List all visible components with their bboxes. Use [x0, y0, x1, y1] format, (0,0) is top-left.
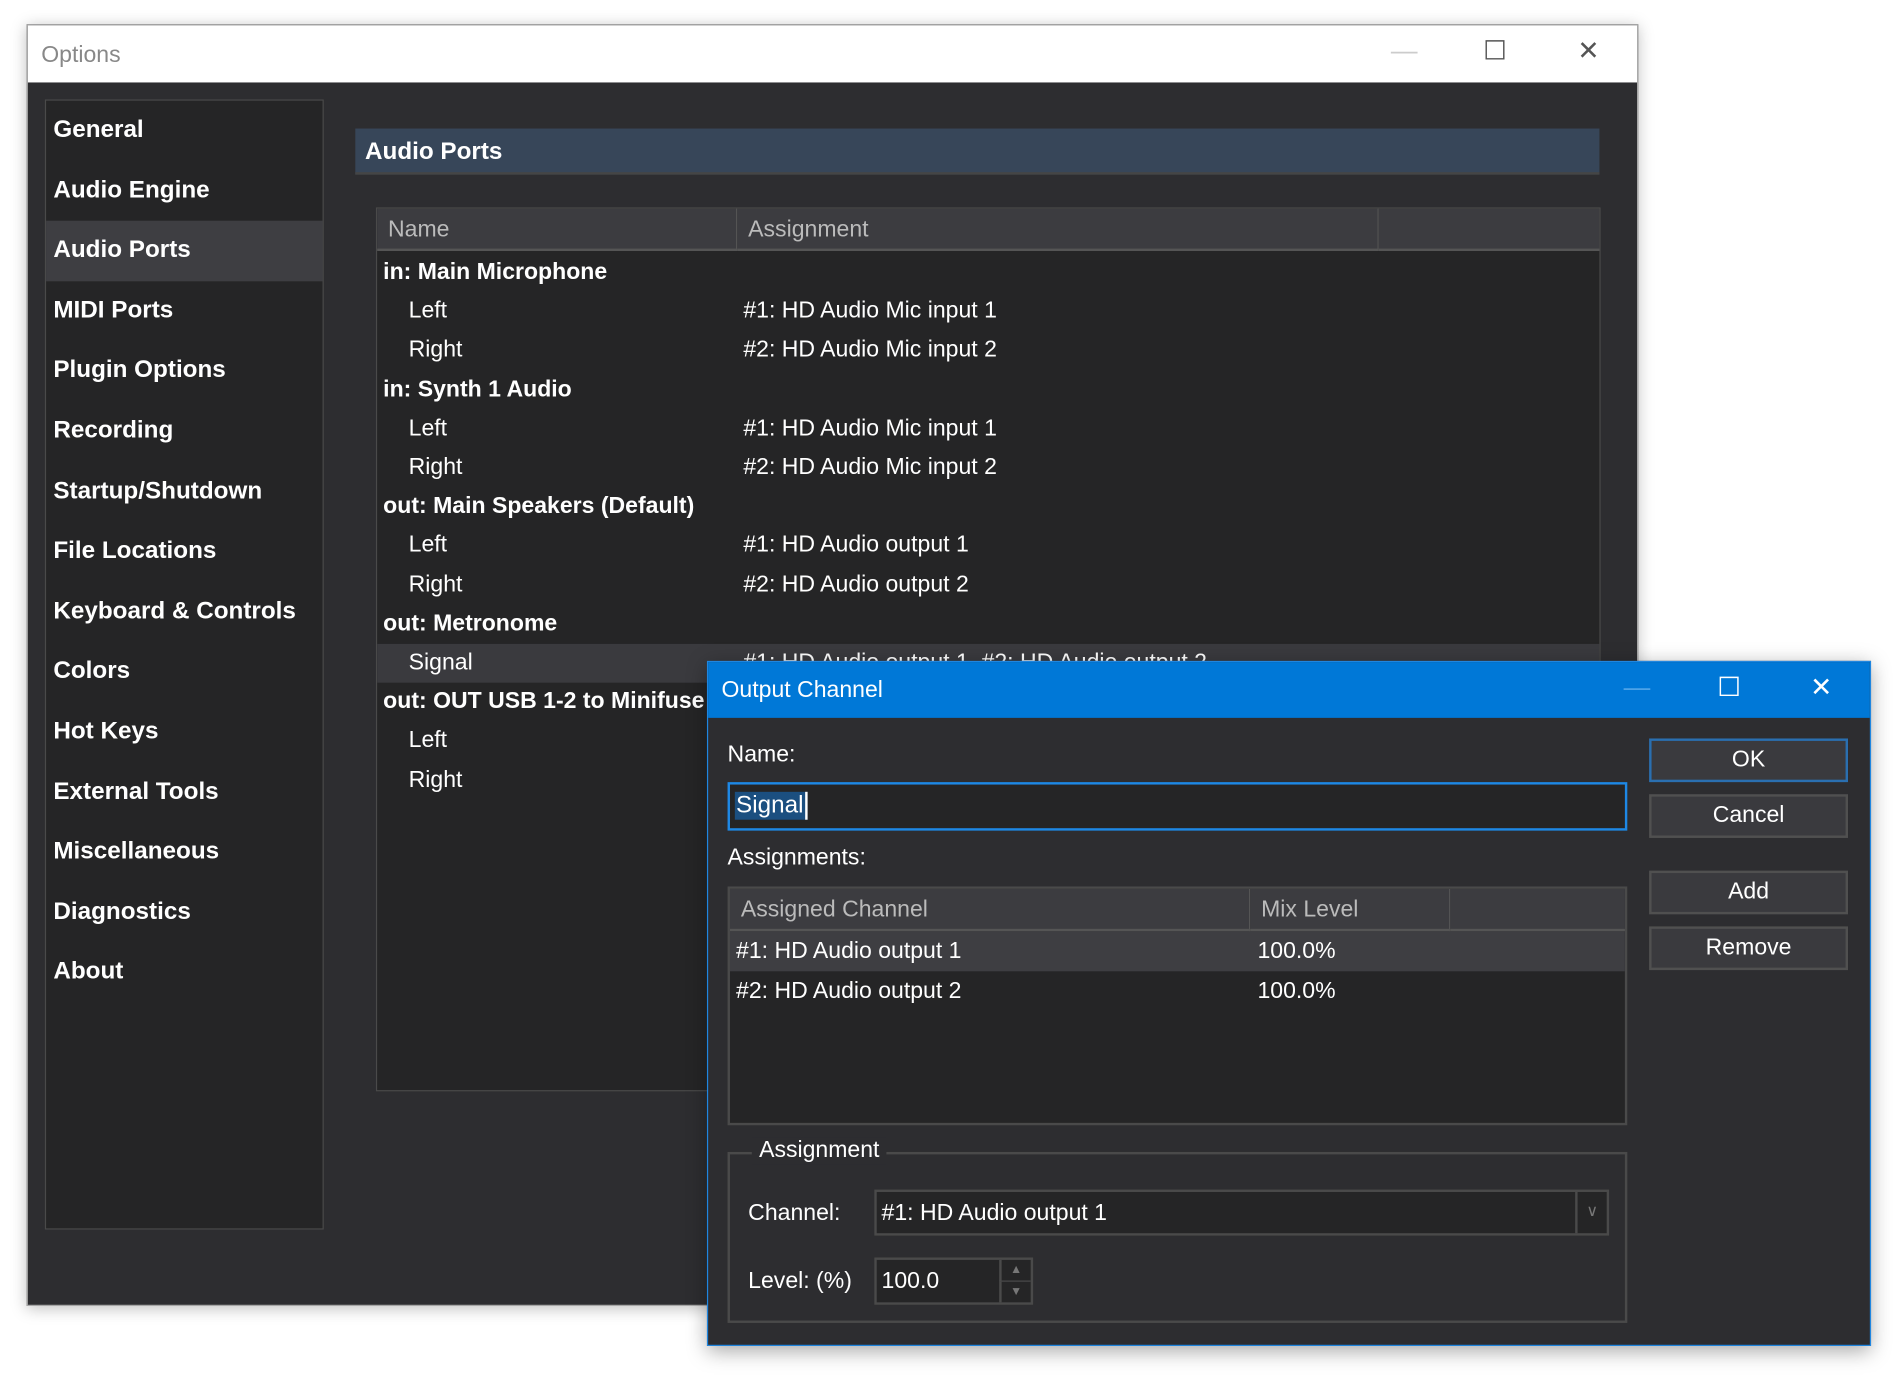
minimize-icon[interactable]: — [1613, 672, 1662, 704]
sidebar-item[interactable]: Audio Engine [46, 161, 322, 221]
mix-level: 100.0% [1257, 938, 1336, 965]
port-name: Left [408, 415, 448, 442]
name-input[interactable]: Signal [727, 782, 1628, 831]
sidebar-item[interactable]: MIDI Ports [46, 281, 322, 341]
port-name: Right [408, 571, 463, 598]
assignment-row[interactable]: #1: HD Audio output 1 100.0% [729, 931, 1625, 972]
column-header-assigned-channel[interactable]: Assigned Channel [729, 888, 1251, 932]
port-assignment: #1: HD Audio Mic input 1 [743, 298, 997, 324]
window-title: Options [41, 42, 121, 68]
arrow-up-icon[interactable]: ▲ [999, 1259, 1031, 1282]
assignments-table: Assigned Channel Mix Level #1: HD Audio … [727, 886, 1628, 1126]
port-assignment: #1: HD Audio output 1 [743, 532, 969, 559]
column-header-blank [1378, 208, 1600, 252]
dialog-title-bar: Output Channel — ☐ ✕ [708, 662, 1870, 718]
port-name: Left [408, 728, 448, 754]
close-icon[interactable]: ✕ [1797, 672, 1846, 704]
maximize-icon[interactable]: ☐ [1471, 35, 1520, 67]
arrow-down-icon[interactable]: ▼ [999, 1281, 1031, 1303]
assignments-label: Assignments: [727, 845, 866, 871]
table-row[interactable]: in: Synth 1 Audio [377, 371, 1599, 410]
channel-label: Channel: [748, 1200, 841, 1226]
table-row[interactable]: Right #2: HD Audio Mic input 2 [377, 449, 1599, 488]
port-name: Right [408, 454, 463, 481]
port-name: Signal [408, 649, 473, 676]
port-name: Left [408, 298, 448, 324]
table-row[interactable]: Right #2: HD Audio Mic input 2 [377, 332, 1599, 371]
port-name: Right [408, 767, 463, 793]
port-name: out: Metronome [383, 610, 558, 637]
name-label: Name: [727, 742, 796, 768]
cancel-button[interactable]: Cancel [1649, 794, 1849, 838]
assigned-channel: #2: HD Audio output 2 [736, 978, 962, 1005]
mix-level: 100.0% [1257, 978, 1336, 1005]
sidebar-item[interactable]: General [46, 101, 322, 161]
port-name: out: OUT USB 1-2 to Minifuse [383, 688, 705, 715]
close-icon[interactable]: ✕ [1564, 35, 1613, 67]
port-name: out: Main Speakers (Default) [383, 493, 695, 520]
sidebar-item[interactable]: File Locations [46, 522, 322, 582]
output-channel-dialog: Output Channel — ☐ ✕ Name: Signal OK Can… [706, 660, 1872, 1346]
level-value: 100.0 [881, 1268, 940, 1294]
sidebar-item[interactable]: Plugin Options [46, 341, 322, 401]
port-assignment: #2: HD Audio Mic input 2 [743, 454, 997, 481]
assigned-channel: #1: HD Audio output 1 [736, 938, 962, 965]
sidebar-item[interactable]: Hot Keys [46, 702, 322, 762]
table-row[interactable]: Left #1: HD Audio Mic input 1 [377, 292, 1599, 331]
table-row[interactable]: out: Metronome [377, 605, 1599, 644]
column-header-assignment[interactable]: Assignment [737, 208, 1379, 252]
sidebar-item[interactable]: Keyboard & Controls [46, 582, 322, 642]
sidebar-item[interactable]: About [46, 943, 322, 1003]
level-label: Level: (%) [748, 1268, 852, 1294]
channel-dropdown[interactable]: #1: HD Audio output 1 ∨ [874, 1189, 1610, 1236]
table-row[interactable]: Left #1: HD Audio output 1 [377, 527, 1599, 566]
remove-button[interactable]: Remove [1649, 926, 1849, 971]
port-name: in: Synth 1 Audio [383, 376, 572, 403]
column-header-blank [1450, 888, 1625, 932]
assignment-group: Assignment Channel: #1: HD Audio output … [727, 1137, 1628, 1323]
level-stepper[interactable]: 100.0 ▲ ▼ [874, 1257, 1034, 1305]
group-title: Assignment [751, 1137, 887, 1165]
table-row[interactable]: out: Main Speakers (Default) [377, 488, 1599, 527]
column-header-name[interactable]: Name [377, 208, 738, 252]
table-row[interactable]: Right #2: HD Audio output 2 [377, 566, 1599, 605]
ok-button[interactable]: OK [1649, 738, 1849, 783]
title-bar: Options — ☐ ✕ [27, 25, 1638, 83]
table-row[interactable]: Left #1: HD Audio Mic input 1 [377, 410, 1599, 449]
port-assignment: #2: HD Audio output 2 [743, 571, 969, 598]
table-row[interactable]: in: Main Microphone [377, 253, 1599, 292]
section-header: Audio Ports [355, 128, 1600, 175]
port-name: in: Main Microphone [383, 259, 608, 285]
port-assignment: #2: HD Audio Mic input 2 [743, 337, 997, 364]
port-name: Right [408, 337, 463, 364]
sidebar-item[interactable]: Startup/Shutdown [46, 462, 322, 522]
section-title: Audio Ports [364, 138, 503, 165]
sidebar-item[interactable]: Colors [46, 642, 322, 702]
sidebar-item[interactable]: Diagnostics [46, 883, 322, 943]
minimize-icon[interactable]: — [1380, 35, 1429, 67]
add-button[interactable]: Add [1649, 870, 1849, 915]
sidebar-item[interactable]: External Tools [46, 762, 322, 822]
port-name: Left [408, 532, 448, 559]
channel-value: #1: HD Audio output 1 [881, 1200, 1108, 1226]
dialog-title: Output Channel [721, 677, 883, 704]
sidebar-item[interactable]: Miscellaneous [46, 822, 322, 882]
sidebar: General Audio Engine Audio Ports MIDI Ports… [44, 99, 324, 1230]
port-assignment: #1: HD Audio Mic input 1 [743, 415, 997, 442]
sidebar-item[interactable]: Recording [46, 401, 322, 461]
assignment-row[interactable]: #2: HD Audio output 2 100.0% [730, 971, 1625, 1011]
chevron-down-icon[interactable]: ∨ [1575, 1191, 1607, 1234]
maximize-icon[interactable]: ☐ [1705, 672, 1754, 704]
name-value: Signal [734, 791, 808, 820]
column-header-mix-level[interactable]: Mix Level [1250, 888, 1451, 932]
sidebar-item[interactable]: Audio Ports [46, 220, 323, 282]
